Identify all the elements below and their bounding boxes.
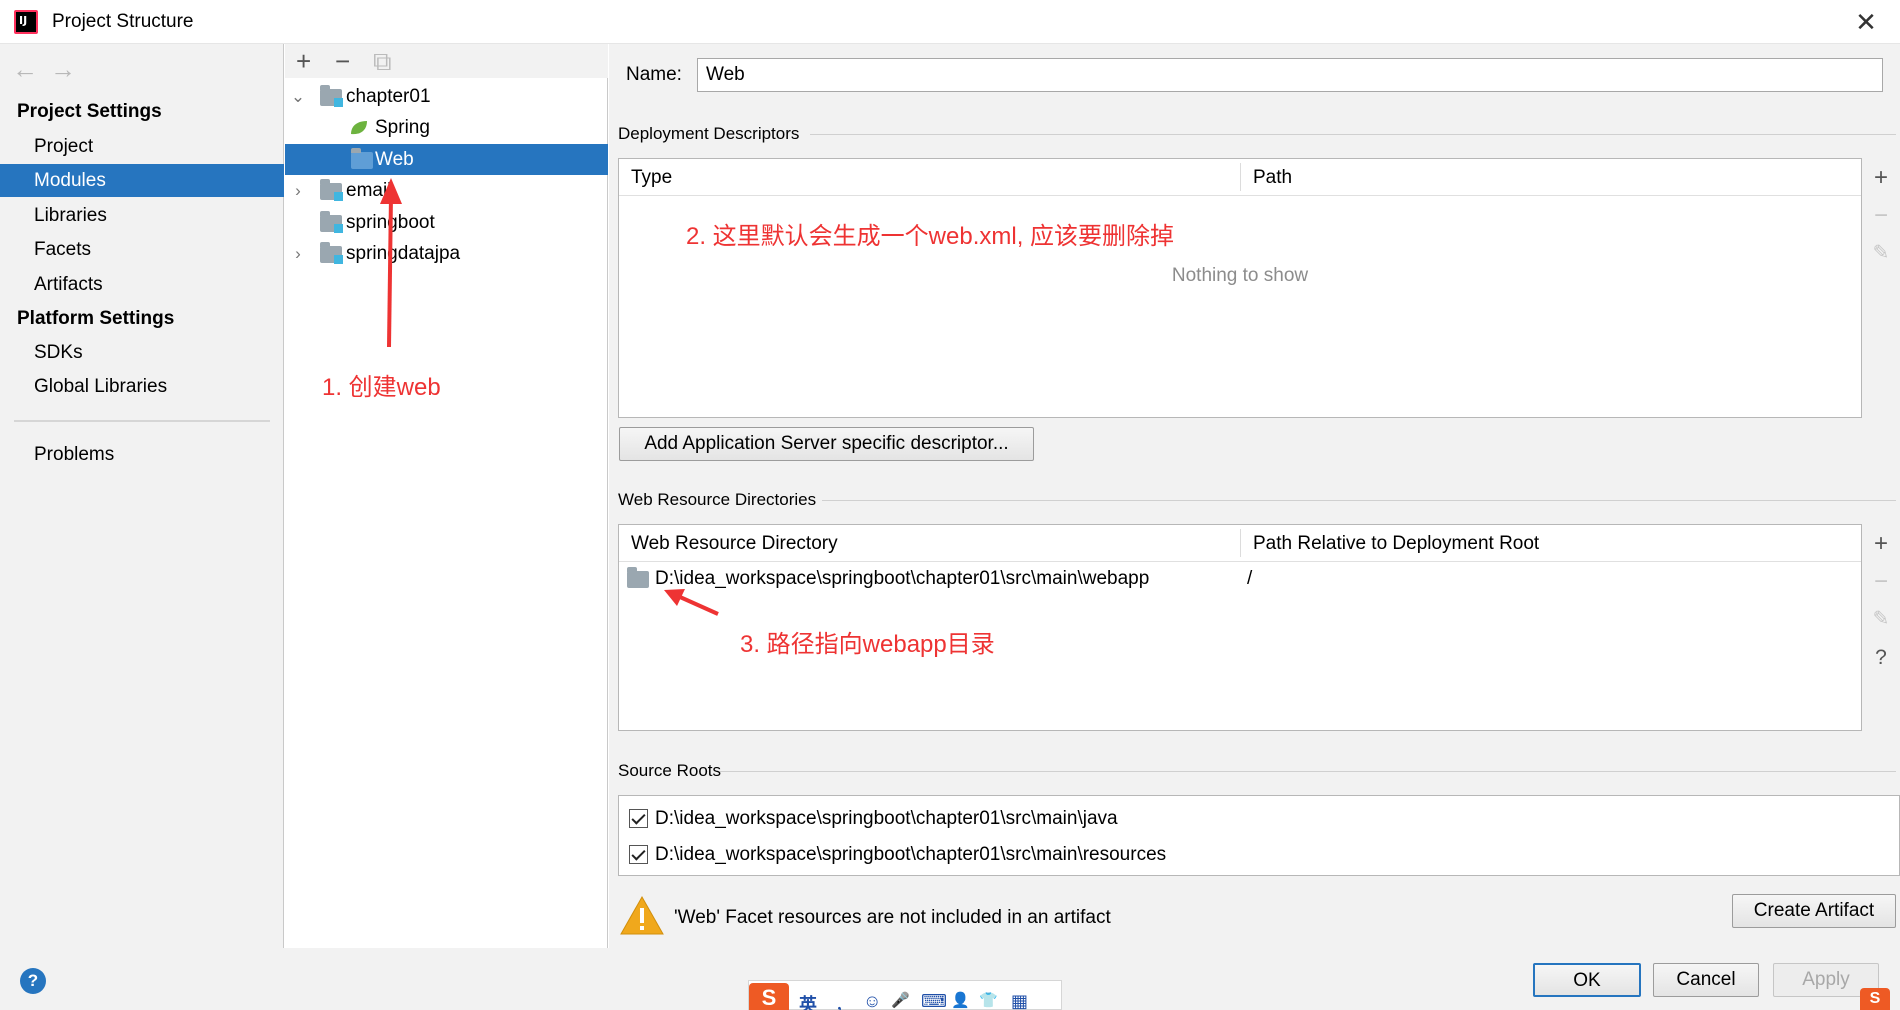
sogou-logo-icon[interactable]: S [749,983,789,1010]
skin-icon[interactable]: 👕 [979,991,998,1009]
sogou-tray-icon[interactable]: S [1860,988,1890,1010]
user-icon[interactable]: 👤 [951,991,970,1009]
ok-button[interactable]: OK [1533,963,1641,997]
keyboard-icon[interactable]: ⌨ [921,991,947,1010]
ime-toolbar: S 英 ， ☺ 🎤 ⌨ 👤 👕 ▦ [748,980,1062,1010]
annotation-arrows [380,178,719,616]
cancel-button[interactable]: Cancel [1653,963,1759,997]
ime-language-toggle[interactable]: 英 [799,991,817,1010]
emoji-icon[interactable]: ☺ [863,991,881,1010]
annotation-1: 1. 创建web [322,374,441,401]
microphone-icon[interactable]: 🎤 [891,991,910,1009]
punctuation-icon[interactable]: ， [835,991,853,1010]
annotation-3: 3. 路径指向webapp目录 [740,631,995,658]
toolbox-icon[interactable]: ▦ [1011,991,1028,1010]
annotation-2: 2. 这里默认会生成一个web.xml, 应该要删除掉 [686,223,1175,250]
help-icon[interactable]: ? [20,968,46,994]
